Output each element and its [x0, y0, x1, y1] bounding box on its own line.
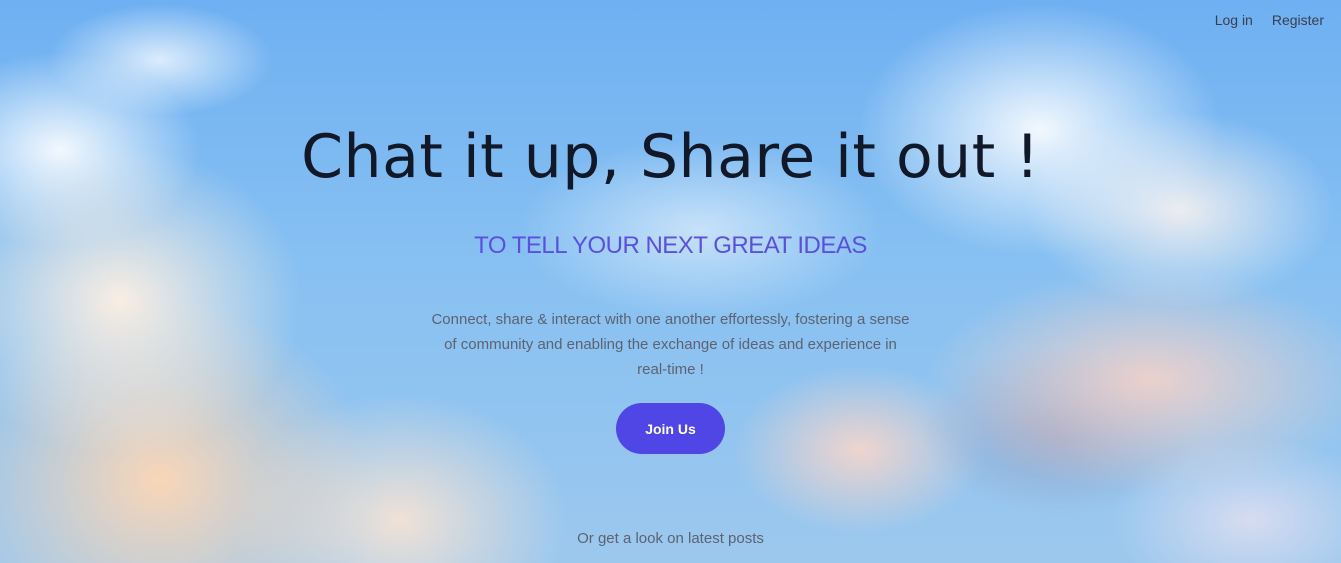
join-us-button[interactable]: Join Us [616, 403, 725, 454]
register-link[interactable]: Register [1272, 12, 1324, 28]
hero-title: Chat it up, Share it out ! [301, 122, 1040, 192]
login-link[interactable]: Log in [1215, 12, 1253, 28]
latest-posts-link[interactable]: Or get a look on latest posts [0, 530, 1341, 547]
top-nav: Log in Register [1215, 12, 1324, 28]
hero-subtitle: TO TELL YOUR NEXT GREAT IDEAS [474, 232, 867, 259]
sky-background [0, 0, 1341, 563]
hero-description: Connect, share & interact with one anoth… [431, 311, 910, 378]
